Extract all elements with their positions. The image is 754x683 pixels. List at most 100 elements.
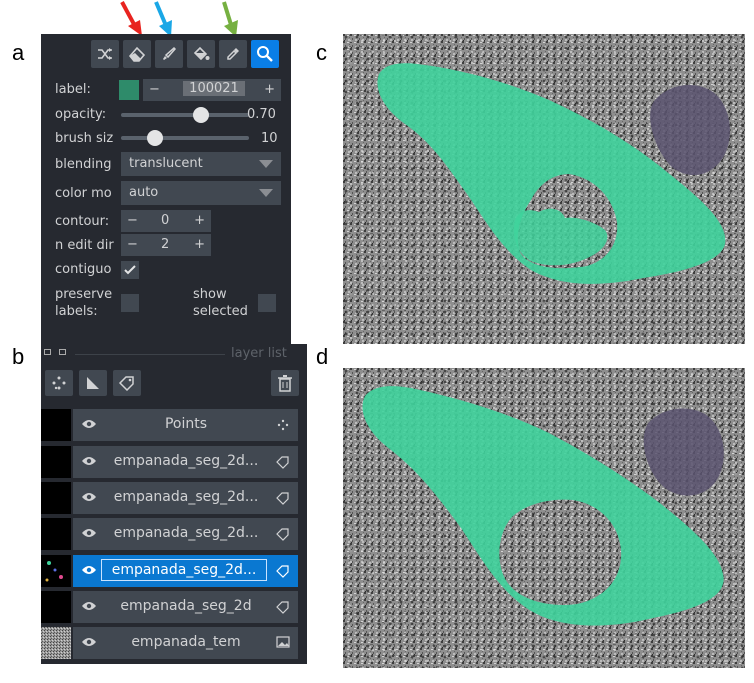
layer-controls-panel: label: − 100021 + opacity: 0.70 brush si…	[41, 34, 291, 344]
eraser-icon	[128, 46, 146, 62]
opacity-row: opacity:	[55, 107, 121, 122]
color-mode-dropdown[interactable]: auto	[121, 181, 281, 205]
visibility-eye-icon[interactable]	[81, 636, 97, 648]
visibility-eye-icon[interactable]	[81, 564, 97, 576]
layer-name[interactable]: empanada_seg_2d...	[101, 559, 267, 581]
shuffle-colors-button[interactable]	[91, 40, 119, 68]
layer-row-labels[interactable]: empanada_seg_2d...	[41, 518, 298, 550]
shuffle-icon	[98, 48, 112, 60]
n-edit-dim-row: n edit dir	[55, 238, 121, 253]
layer-thumbnail	[41, 482, 71, 514]
layer-row-points[interactable]: Points	[41, 409, 298, 441]
label-spinbox[interactable]: − 100021 +	[143, 79, 281, 101]
layer-list-title: layer list	[231, 346, 287, 361]
trash-icon	[278, 375, 292, 392]
contiguous-label: contiguo	[55, 262, 112, 277]
layer-name: Points	[164, 416, 208, 432]
preserve-labels-label-line2: labels:	[55, 304, 98, 319]
layer-row-labels[interactable]: empanada_seg_2d...	[41, 446, 298, 478]
labels-type-icon	[276, 528, 289, 541]
label-color-swatch	[119, 80, 139, 100]
erase-button[interactable]	[123, 40, 151, 68]
visibility-eye-icon[interactable]	[81, 418, 97, 430]
close-dock-icon[interactable]	[59, 349, 66, 355]
brush-size-slider[interactable]	[121, 136, 249, 140]
panel-label-a: a	[12, 40, 25, 65]
layer-row-labels[interactable]: empanada_seg_2d...	[41, 482, 298, 514]
preserve-labels-checkbox[interactable]	[121, 294, 139, 312]
visibility-eye-icon[interactable]	[81, 527, 97, 539]
float-icon[interactable]	[44, 349, 51, 355]
label-label: label:	[55, 82, 91, 97]
show-selected-label-line1: show	[193, 287, 227, 302]
labels-type-icon	[276, 492, 289, 505]
checkmark-icon	[124, 265, 136, 275]
layer-name: empanada_seg_2d...	[113, 489, 259, 505]
labels-toolbar	[91, 40, 279, 70]
show-selected-checkbox[interactable]	[258, 294, 276, 312]
visibility-eye-icon[interactable]	[81, 455, 97, 467]
pan-zoom-button[interactable]	[251, 40, 279, 68]
contiguous-checkbox[interactable]	[121, 261, 139, 279]
points-icon	[52, 376, 66, 390]
zoom-icon	[257, 46, 273, 62]
new-points-layer-button[interactable]	[45, 370, 73, 396]
layer-row-labels-selected[interactable]: empanada_seg_2d...	[41, 555, 298, 587]
opacity-slider[interactable]	[121, 113, 249, 117]
brush-size-slider-handle[interactable]	[147, 130, 163, 146]
n-edit-dim-decrement[interactable]: −	[127, 237, 138, 252]
show-selected-label: show selected	[193, 286, 248, 320]
n-edit-dim-label: n edit dir	[55, 238, 114, 253]
color-mode-value: auto	[129, 185, 159, 200]
visibility-eye-icon[interactable]	[81, 600, 97, 612]
new-shapes-layer-button[interactable]	[79, 370, 107, 396]
color-mode-label: color mo	[55, 186, 112, 201]
chevron-down-icon	[259, 189, 273, 197]
layer-name: empanada_seg_2d...	[113, 525, 259, 541]
panel-label-d: d	[316, 344, 329, 369]
blending-label: blending	[55, 157, 112, 172]
label-decrement[interactable]: −	[149, 82, 160, 97]
show-selected-label-line2: selected	[193, 304, 248, 319]
fill-button[interactable]	[187, 40, 215, 68]
layer-row-image[interactable]: empanada_tem	[41, 627, 298, 659]
blending-dropdown[interactable]: translucent	[121, 152, 281, 176]
opacity-slider-handle[interactable]	[193, 107, 209, 123]
layer-thumbnail	[41, 518, 71, 550]
layer-name: empanada_seg_2d...	[113, 453, 259, 469]
n-edit-dim-spinbox[interactable]: − 2 +	[121, 234, 211, 256]
labels-thumbnail-image	[45, 561, 63, 582]
label-increment[interactable]: +	[264, 82, 275, 97]
n-edit-dim-value: 2	[161, 237, 170, 252]
pick-label-button[interactable]	[219, 40, 247, 68]
contour-decrement[interactable]: −	[127, 213, 138, 228]
contiguous-row: contiguo	[55, 262, 121, 277]
contour-increment[interactable]: +	[194, 213, 205, 228]
contour-spinbox[interactable]: − 0 +	[121, 210, 211, 232]
layer-list-header: layer list	[41, 344, 307, 364]
delete-layer-button[interactable]	[271, 370, 299, 396]
opacity-value: 0.70	[247, 107, 276, 122]
blending-row: blending	[55, 157, 121, 172]
fill-bucket-icon	[193, 46, 210, 61]
contour-row: contour:	[55, 214, 121, 229]
chevron-down-icon	[259, 160, 273, 168]
visibility-eye-icon[interactable]	[81, 491, 97, 503]
labels-type-icon	[276, 456, 289, 469]
header-divider	[75, 354, 225, 355]
labels-type-icon	[276, 565, 289, 578]
labels-type-icon	[276, 601, 289, 614]
red-arrow-icon	[120, 1, 142, 36]
em-image-after[interactable]	[343, 368, 745, 668]
tag-icon	[118, 376, 134, 391]
layer-row-labels[interactable]: empanada_seg_2d	[41, 591, 298, 623]
paint-button[interactable]	[155, 40, 183, 68]
em-image-before[interactable]	[343, 34, 745, 344]
brush-size-label: brush siz	[55, 131, 114, 146]
brush-size-value: 10	[261, 131, 278, 146]
layer-name: empanada_seg_2d	[120, 598, 252, 614]
new-labels-layer-button[interactable]	[113, 370, 141, 396]
color-picker-icon	[227, 48, 239, 60]
paintbrush-icon	[163, 46, 177, 60]
n-edit-dim-increment[interactable]: +	[194, 237, 205, 252]
